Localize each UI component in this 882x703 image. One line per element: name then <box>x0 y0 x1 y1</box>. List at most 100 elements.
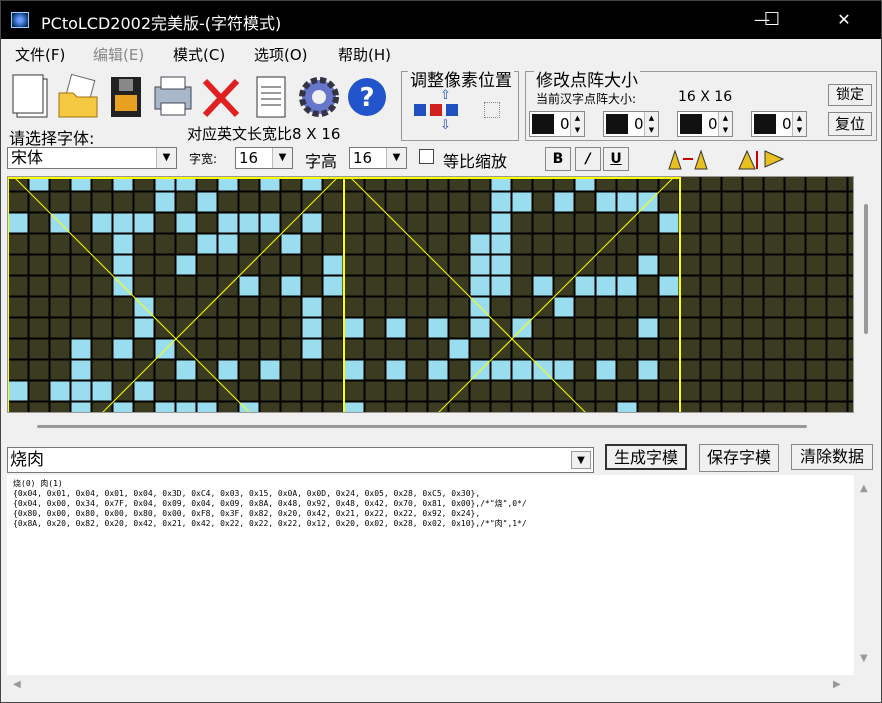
pixel-cell[interactable] <box>406 212 428 234</box>
pixel-cell[interactable] <box>217 401 239 413</box>
pixel-cell[interactable] <box>217 275 239 297</box>
menu-mode[interactable]: 模式(C) <box>173 44 225 65</box>
pixel-cell[interactable] <box>8 401 29 413</box>
pixel-cell[interactable] <box>112 338 134 360</box>
pixel-cell[interactable] <box>364 380 386 402</box>
pixel-cell[interactable] <box>301 317 323 339</box>
pixel-cell[interactable] <box>595 191 617 213</box>
pixel-cell[interactable] <box>742 296 764 318</box>
pixel-cell[interactable] <box>8 212 29 234</box>
pixel-cell[interactable] <box>679 296 701 318</box>
pixel-cell[interactable] <box>427 380 449 402</box>
pixel-cell[interactable] <box>280 254 302 276</box>
pixel-cell[interactable] <box>217 359 239 381</box>
pixel-cell[interactable] <box>133 233 155 255</box>
pixel-cell[interactable] <box>28 317 50 339</box>
pixel-cell[interactable] <box>427 338 449 360</box>
pixel-cell[interactable] <box>742 254 764 276</box>
pixel-cell[interactable] <box>154 380 176 402</box>
pixel-cell[interactable] <box>259 212 281 234</box>
pixel-cell[interactable] <box>679 177 701 192</box>
pixel-cell[interactable] <box>448 177 470 192</box>
pixel-cell[interactable] <box>448 359 470 381</box>
pixel-cell[interactable] <box>574 338 596 360</box>
pixel-cell[interactable] <box>721 359 743 381</box>
pixel-cell[interactable] <box>826 191 848 213</box>
pixel-cell[interactable] <box>679 380 701 402</box>
pixel-cell[interactable] <box>343 338 365 360</box>
pixel-cell[interactable] <box>301 275 323 297</box>
pixel-cell[interactable] <box>217 212 239 234</box>
pixel-cell[interactable] <box>112 233 134 255</box>
pixel-cell[interactable] <box>532 177 554 192</box>
pixel-cell[interactable] <box>238 233 260 255</box>
pixel-cell[interactable] <box>532 212 554 234</box>
pixel-cell[interactable] <box>721 254 743 276</box>
pixel-cell[interactable] <box>826 401 848 413</box>
pixel-cell[interactable] <box>448 296 470 318</box>
pixel-cell[interactable] <box>826 380 848 402</box>
pixel-cell[interactable] <box>91 317 113 339</box>
pixel-cell[interactable] <box>490 401 512 413</box>
pixel-cell[interactable] <box>700 254 722 276</box>
pixel-cell[interactable] <box>343 212 365 234</box>
pixel-cell[interactable] <box>259 275 281 297</box>
pixel-cell[interactable] <box>469 233 491 255</box>
settings-gear-icon[interactable] <box>297 73 341 121</box>
pixel-cell[interactable] <box>70 380 92 402</box>
pixel-cell[interactable] <box>763 212 785 234</box>
pixel-cell[interactable] <box>427 275 449 297</box>
pixel-cell[interactable] <box>322 317 344 339</box>
pixel-cell[interactable] <box>511 177 533 192</box>
pixel-cell[interactable] <box>742 233 764 255</box>
pixel-cell[interactable] <box>133 275 155 297</box>
pixel-cell[interactable] <box>784 191 806 213</box>
pixel-cell[interactable] <box>406 275 428 297</box>
pixel-cell[interactable] <box>616 359 638 381</box>
pixel-cell[interactable] <box>658 359 680 381</box>
arrow-up-icon[interactable]: ⇧ <box>440 88 451 103</box>
pixel-cell[interactable] <box>658 317 680 339</box>
pixel-cell[interactable] <box>49 275 71 297</box>
pixel-cell[interactable] <box>406 191 428 213</box>
pixel-cell[interactable] <box>322 359 344 381</box>
pixel-cell[interactable] <box>616 401 638 413</box>
pixel-cell[interactable] <box>721 233 743 255</box>
pixel-cell[interactable] <box>553 359 575 381</box>
pixel-cell[interactable] <box>553 338 575 360</box>
pixel-cell[interactable] <box>805 338 827 360</box>
pixel-cell[interactable] <box>49 296 71 318</box>
pixel-cell[interactable] <box>343 191 365 213</box>
pixel-cell[interactable] <box>637 317 659 339</box>
pixel-cell[interactable] <box>721 177 743 192</box>
pixel-cell[interactable] <box>70 359 92 381</box>
pixel-cell[interactable] <box>700 338 722 360</box>
pixel-cell[interactable] <box>364 275 386 297</box>
chevron-down-icon[interactable]: ▼ <box>571 451 591 469</box>
pixel-cell[interactable] <box>217 296 239 318</box>
pixel-cell[interactable] <box>91 359 113 381</box>
pixel-cell[interactable] <box>805 254 827 276</box>
pixel-cell[interactable] <box>196 254 218 276</box>
pixel-cell[interactable] <box>154 254 176 276</box>
pixel-cell[interactable] <box>427 191 449 213</box>
pixel-cell[interactable] <box>826 212 848 234</box>
pixel-cell[interactable] <box>721 401 743 413</box>
pixel-cell[interactable] <box>238 191 260 213</box>
pixel-cell[interactable] <box>637 275 659 297</box>
pixel-cell[interactable] <box>532 191 554 213</box>
pixel-cell[interactable] <box>112 380 134 402</box>
pixel-cell[interactable] <box>322 275 344 297</box>
pixel-cell[interactable] <box>343 359 365 381</box>
pixel-cell[interactable] <box>70 296 92 318</box>
flip-icon[interactable] <box>735 147 789 171</box>
pixel-cell[interactable] <box>532 275 554 297</box>
proportional-checkbox[interactable] <box>419 149 434 164</box>
pixel-cell[interactable] <box>70 401 92 413</box>
print-icon[interactable] <box>151 73 195 121</box>
save-font-button[interactable]: 保存字模 <box>699 444 779 472</box>
pixel-cell[interactable] <box>91 212 113 234</box>
pixel-cell[interactable] <box>385 401 407 413</box>
pixel-cell[interactable] <box>175 212 197 234</box>
pixel-cell[interactable] <box>616 338 638 360</box>
